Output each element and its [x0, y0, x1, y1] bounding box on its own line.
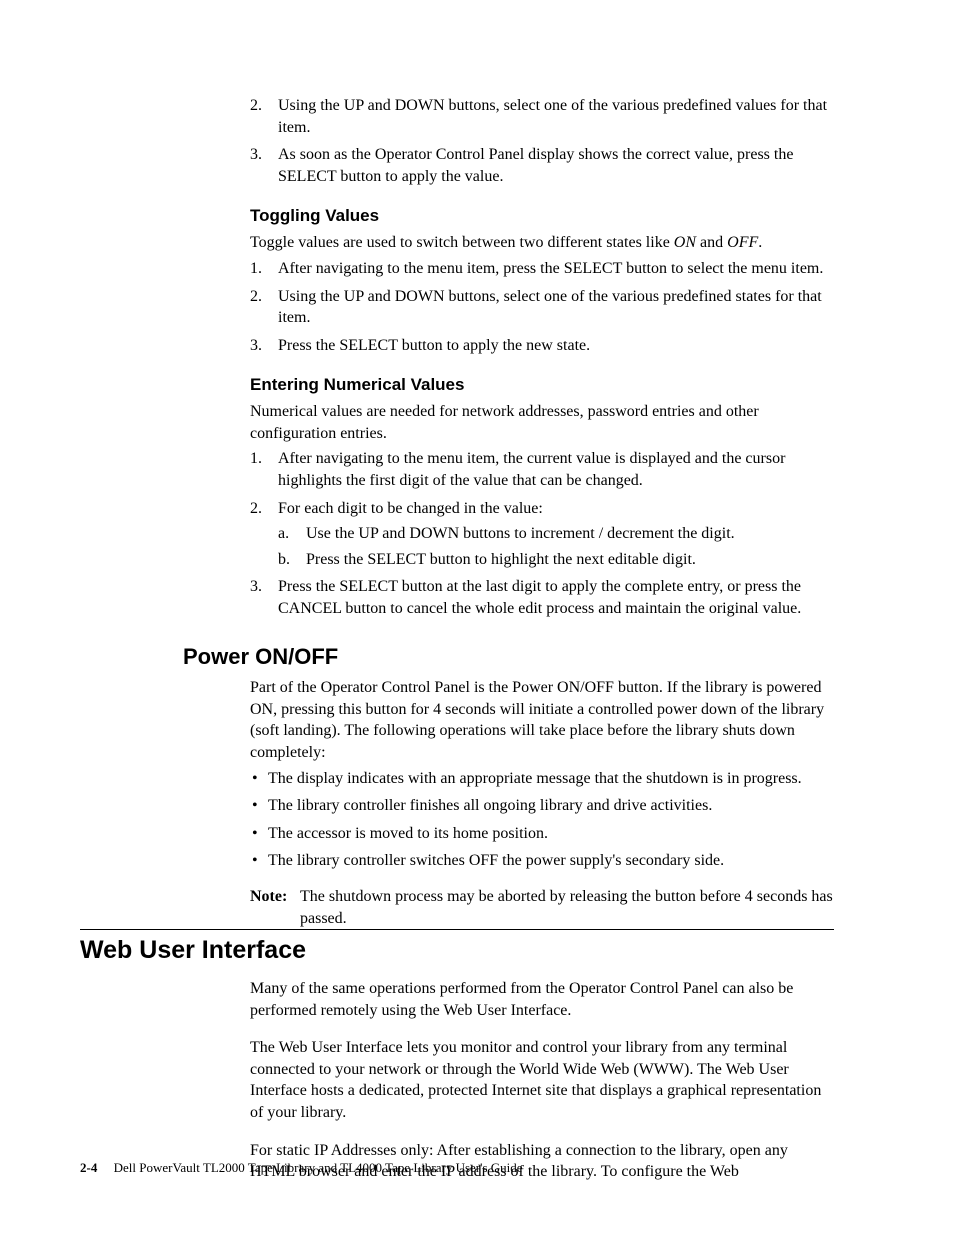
list-marker: 3.	[250, 144, 262, 166]
heading-web-user-interface: Web User Interface	[80, 934, 834, 968]
bullet-item: The display indicates with an appropriat…	[250, 768, 834, 790]
list-marker: 3.	[250, 576, 262, 598]
bullet-item: The library controller switches OFF the …	[250, 850, 834, 872]
list-text: Using the UP and DOWN buttons, select on…	[278, 97, 827, 136]
text: .	[758, 234, 762, 251]
list-text: As soon as the Operator Control Panel di…	[278, 146, 793, 185]
bullet-item: The library controller finishes all ongo…	[250, 795, 834, 817]
toggling-values-section: Toggling Values Toggle values are used t…	[250, 205, 834, 356]
bullet-item: The accessor is moved to its home positi…	[250, 823, 834, 845]
subheading-entering-numerical: Entering Numerical Values	[250, 374, 834, 397]
page-number: 2-4	[80, 1160, 97, 1175]
list-text: For each digit to be changed in the valu…	[278, 500, 543, 517]
paragraph: Many of the same operations performed fr…	[250, 978, 834, 1021]
list-text: Using the UP and DOWN buttons, select on…	[278, 288, 822, 327]
paragraph: Numerical values are needed for network …	[250, 401, 834, 444]
list-text: Press the SELECT button to apply the new…	[278, 337, 590, 354]
list-text: Press the SELECT button at the last digi…	[278, 578, 801, 617]
list-marker: 2.	[250, 498, 262, 520]
top-continuation-list: 2. Using the UP and DOWN buttons, select…	[250, 95, 834, 187]
list-item: 1. After navigating to the menu item, pr…	[250, 258, 834, 280]
section-rule	[80, 929, 834, 930]
list-marker: 1.	[250, 258, 262, 280]
page-footer: 2-4 Dell PowerVault TL2000 Tape Library …	[80, 1159, 523, 1177]
footer-title: Dell PowerVault TL2000 Tape Library and …	[114, 1160, 523, 1175]
list-text: Use the UP and DOWN buttons to increment…	[306, 525, 735, 542]
web-user-interface-body: Many of the same operations performed fr…	[250, 978, 834, 1183]
entering-numerical-values-section: Entering Numerical Values Numerical valu…	[250, 374, 834, 619]
sublist-item: a. Use the UP and DOWN buttons to increm…	[278, 523, 834, 545]
list-item: 2. Using the UP and DOWN buttons, select…	[250, 95, 834, 138]
list-item: 2. For each digit to be changed in the v…	[250, 498, 834, 571]
list-text: Press the SELECT button to highlight the…	[306, 551, 696, 568]
italic-on: ON	[674, 234, 696, 251]
list-item: 2. Using the UP and DOWN buttons, select…	[250, 286, 834, 329]
power-onoff-body: Part of the Operator Control Panel is th…	[250, 677, 834, 929]
list-item: 3. Press the SELECT button at the last d…	[250, 576, 834, 619]
list-text: After navigating to the menu item, the c…	[278, 450, 785, 489]
document-page: 2. Using the UP and DOWN buttons, select…	[0, 0, 954, 1235]
note-label: Note:	[250, 886, 300, 929]
list-item: 3. Press the SELECT button to apply the …	[250, 335, 834, 357]
power-onoff-section: Power ON/OFF	[183, 642, 834, 672]
list-item: 3. As soon as the Operator Control Panel…	[250, 144, 834, 187]
text: and	[696, 234, 727, 251]
list-item: 1. After navigating to the menu item, th…	[250, 448, 834, 491]
paragraph: Toggle values are used to switch between…	[250, 232, 834, 254]
sublist-item: b. Press the SELECT button to highlight …	[278, 549, 834, 571]
text: Toggle values are used to switch between…	[250, 234, 674, 251]
subheading-toggling-values: Toggling Values	[250, 205, 834, 228]
note-block: Note: The shutdown process may be aborte…	[250, 886, 834, 929]
list-text: After navigating to the menu item, press…	[278, 260, 823, 277]
web-user-interface-section: Web User Interface	[80, 929, 834, 968]
italic-off: OFF	[727, 234, 758, 251]
list-marker: 3.	[250, 335, 262, 357]
note-text: The shutdown process may be aborted by r…	[300, 886, 834, 929]
list-marker: a.	[278, 523, 289, 545]
paragraph: Part of the Operator Control Panel is th…	[250, 677, 834, 763]
list-marker: 2.	[250, 95, 262, 117]
list-marker: 2.	[250, 286, 262, 308]
list-marker: 1.	[250, 448, 262, 470]
paragraph: The Web User Interface lets you monitor …	[250, 1037, 834, 1123]
list-marker: b.	[278, 549, 290, 571]
heading-power-onoff: Power ON/OFF	[183, 642, 834, 672]
